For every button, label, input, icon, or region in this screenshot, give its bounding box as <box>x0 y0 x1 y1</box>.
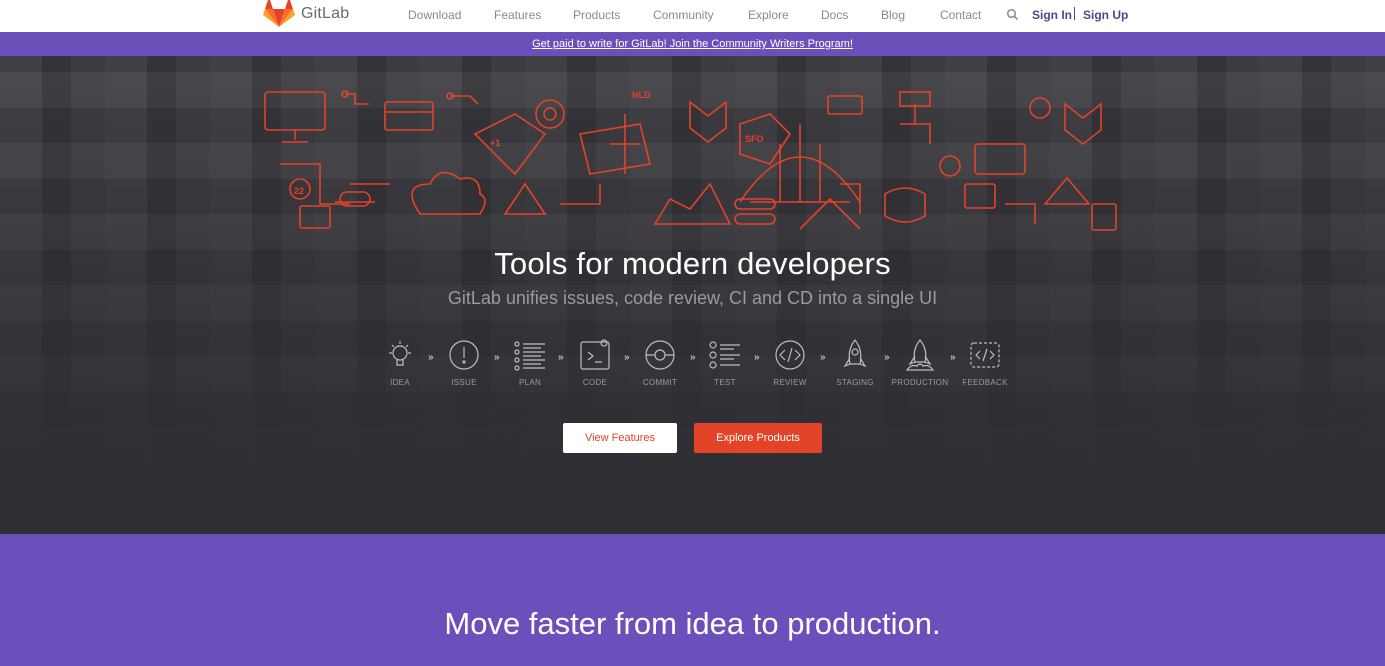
nav-link-contact[interactable]: Contact <box>940 8 981 22</box>
brand-name: GitLab <box>301 5 350 22</box>
nav-link-explore[interactable]: Explore <box>748 8 789 22</box>
stage-commit: COMMIT <box>630 338 690 387</box>
nav-link-docs[interactable]: Docs <box>821 8 848 22</box>
issue-icon <box>434 338 494 372</box>
stage-plan: PLAN <box>500 338 560 387</box>
feedback-icon <box>955 338 1015 372</box>
test-checklist-icon <box>695 338 755 372</box>
stage-code: CODE <box>565 338 625 387</box>
staging-rocket-icon <box>825 338 885 372</box>
community-writers-link[interactable]: Get paid to write for GitLab! Join the C… <box>532 38 853 50</box>
hero-title: Tools for modern developers <box>494 246 891 281</box>
circuit-illustration: NLD SFO +1 22 <box>264 90 1117 231</box>
stage-issue: ISSUE <box>434 338 494 387</box>
sign-in-link[interactable]: Sign In <box>1032 8 1072 22</box>
stage-feedback: FEEDBACK <box>955 338 1015 387</box>
sign-up-link[interactable]: Sign Up <box>1083 8 1128 22</box>
section-title: Move faster from idea to production. <box>444 606 941 641</box>
nav-link-blog[interactable]: Blog <box>881 8 905 22</box>
chevron-right-icon: » <box>624 352 630 363</box>
nav-link-products[interactable]: Products <box>573 8 620 22</box>
stage-review: REVIEW <box>760 338 820 387</box>
stage-production: PRODUCTION <box>890 338 950 387</box>
explore-products-button[interactable]: Explore Products <box>694 423 822 453</box>
stage-test: TEST <box>695 338 755 387</box>
gitlab-logo-icon <box>263 0 295 28</box>
chevron-right-icon: » <box>754 352 760 363</box>
hero-section: NLD SFO +1 22 Tools for modern developer… <box>0 56 1385 534</box>
plan-list-icon <box>500 338 560 372</box>
chevron-right-icon: » <box>884 352 890 363</box>
code-terminal-icon <box>565 338 625 372</box>
nav-divider <box>1074 7 1075 20</box>
circuit-label-22: 22 <box>294 186 304 196</box>
circuit-label-nld: NLD <box>632 90 651 100</box>
circuit-label-sfo: SFO <box>745 134 764 144</box>
top-navigation: GitLab Download Features Products Commun… <box>0 0 1385 32</box>
hero-subtitle: GitLab unifies issues, code review, CI a… <box>447 288 938 308</box>
chevron-right-icon: » <box>428 352 434 363</box>
production-rocket-icon <box>890 338 950 372</box>
stage-idea: IDEA <box>370 338 430 387</box>
commit-icon <box>630 338 690 372</box>
review-code-icon <box>760 338 820 372</box>
nav-link-community[interactable]: Community <box>653 8 714 22</box>
chevron-right-icon: » <box>558 352 564 363</box>
announcement-banner: Get paid to write for GitLab! Join the C… <box>0 32 1385 56</box>
nav-link-features[interactable]: Features <box>494 8 541 22</box>
chevron-right-icon: » <box>494 352 500 363</box>
lightbulb-icon <box>370 338 430 372</box>
idea-to-production-section: Move faster from idea to production. <box>0 534 1385 666</box>
view-features-button[interactable]: View Features <box>563 423 677 453</box>
nav-link-download[interactable]: Download <box>408 8 461 22</box>
search-icon[interactable] <box>1006 8 1019 21</box>
circuit-label-plus-one: +1 <box>490 138 500 148</box>
brand-logo[interactable]: GitLab <box>263 0 349 28</box>
stage-staging: STAGING <box>825 338 885 387</box>
